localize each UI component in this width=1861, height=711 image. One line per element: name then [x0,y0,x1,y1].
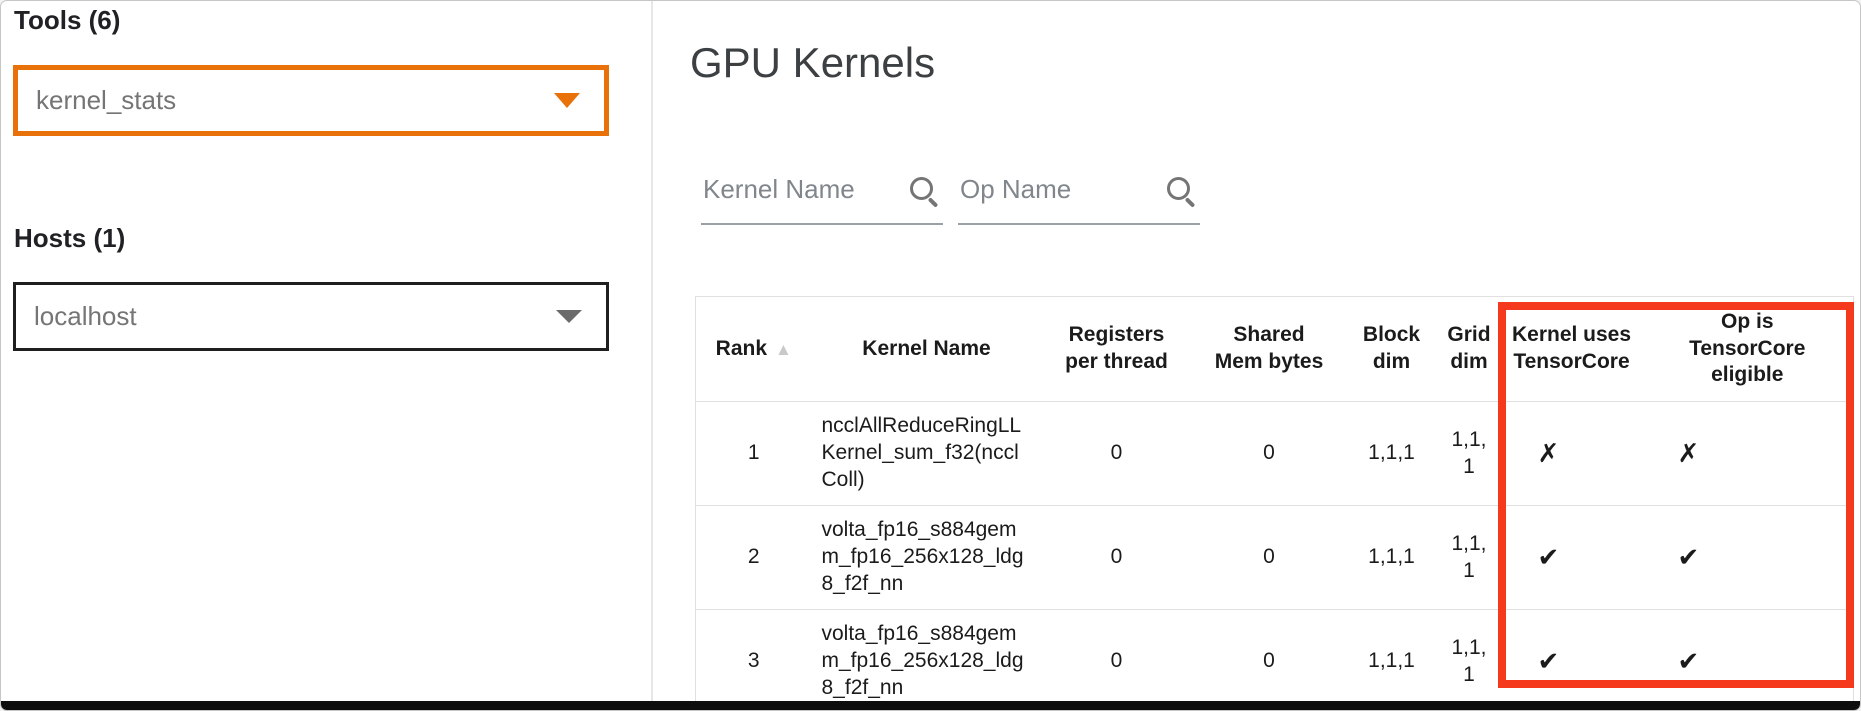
column-header-label: Rank [716,337,767,360]
column-header-registers-per-thread[interactable]: Registers per thread [1042,297,1192,402]
hosts-dropdown[interactable]: localhost [13,282,609,351]
cell-grid-dim: 1,1,1 [1437,402,1502,506]
column-header-kernel-uses-tensorcore[interactable]: Kernel uses TensorCore [1502,297,1642,402]
cell-kernel-name: volta_fp16_s884gemm_fp16_256x128_ldg8_f2… [812,506,1042,610]
cell-rank: 2 [696,506,812,610]
table-header-row: Rank ▲ Kernel Name Registers per thread Shar… [696,297,1854,402]
cell-shared-mem-bytes: 0 [1192,610,1347,711]
cell-op-is-tensorcore-eligible: ✔ [1642,506,1854,610]
chevron-down-icon [554,93,580,108]
column-header-kernel-name[interactable]: Kernel Name [812,297,1042,402]
table-row: 1ncclAllReduceRingLLKernel_sum_f32(ncclC… [696,402,1854,506]
cell-rank: 1 [696,402,812,506]
column-header-label: Grid dim [1447,323,1490,373]
cell-kernel-name: ncclAllReduceRingLLKernel_sum_f32(ncclCo… [812,402,1042,506]
column-header-label: Block dim [1363,323,1420,373]
cell-shared-mem-bytes: 0 [1192,506,1347,610]
kernel-name-search-field [701,163,943,225]
column-header-shared-mem-bytes[interactable]: Shared Mem bytes [1192,297,1347,402]
cell-op-is-tensorcore-eligible: ✗ [1642,402,1854,506]
pane-divider [651,1,653,701]
chevron-down-icon [556,310,582,323]
cell-grid-dim: 1,1,1 [1437,506,1502,610]
cell-block-dim: 1,1,1 [1347,506,1437,610]
hosts-dropdown-value: localhost [34,301,137,332]
tools-label: Tools (6) [14,5,120,36]
column-header-label: Op is TensorCore eligible [1689,310,1805,387]
page-title: GPU Kernels [690,39,935,87]
cell-registers-per-thread: 0 [1042,402,1192,506]
search-icon [1164,177,1196,209]
cell-block-dim: 1,1,1 [1347,402,1437,506]
column-header-label: Shared Mem bytes [1215,323,1324,373]
sort-ascending-icon: ▲ [775,340,792,359]
cell-op-is-tensorcore-eligible: ✔ [1642,610,1854,711]
cell-kernel-uses-tensorcore: ✔ [1502,506,1642,610]
cell-registers-per-thread: 0 [1042,506,1192,610]
column-header-block-dim[interactable]: Block dim [1347,297,1437,402]
column-header-grid-dim[interactable]: Grid dim [1437,297,1502,402]
column-header-label: Kernel uses TensorCore [1512,323,1631,373]
hosts-label: Hosts (1) [14,223,125,254]
table-row: 3volta_fp16_s884gemm_fp16_256x128_ldg8_f… [696,610,1854,711]
tools-dropdown-value: kernel_stats [36,85,176,116]
search-icon [907,177,939,209]
profiler-page: Tools (6) kernel_stats Hosts (1) localho… [0,0,1861,711]
table-row: 2volta_fp16_s884gemm_fp16_256x128_ldg8_f… [696,506,1854,610]
cell-shared-mem-bytes: 0 [1192,402,1347,506]
op-name-search-field [958,163,1200,225]
cell-kernel-uses-tensorcore: ✔ [1502,610,1642,711]
column-header-label: Kernel Name [862,337,990,360]
cell-kernel-uses-tensorcore: ✗ [1502,402,1642,506]
cell-grid-dim: 1,1,1 [1437,610,1502,711]
column-header-label: Registers per thread [1065,323,1168,373]
cell-block-dim: 1,1,1 [1347,610,1437,711]
cell-registers-per-thread: 0 [1042,610,1192,711]
cell-kernel-name: volta_fp16_s884gemm_fp16_256x128_ldg8_f2… [812,610,1042,711]
cell-rank: 3 [696,610,812,711]
tools-dropdown[interactable]: kernel_stats [13,65,609,136]
column-header-op-is-tensorcore-eligible[interactable]: Op is TensorCore eligible [1642,297,1854,402]
kernel-stats-table: Rank ▲ Kernel Name Registers per thread Shar… [695,296,1854,711]
bottom-bar [1,701,1861,711]
column-header-rank[interactable]: Rank ▲ [696,297,812,402]
